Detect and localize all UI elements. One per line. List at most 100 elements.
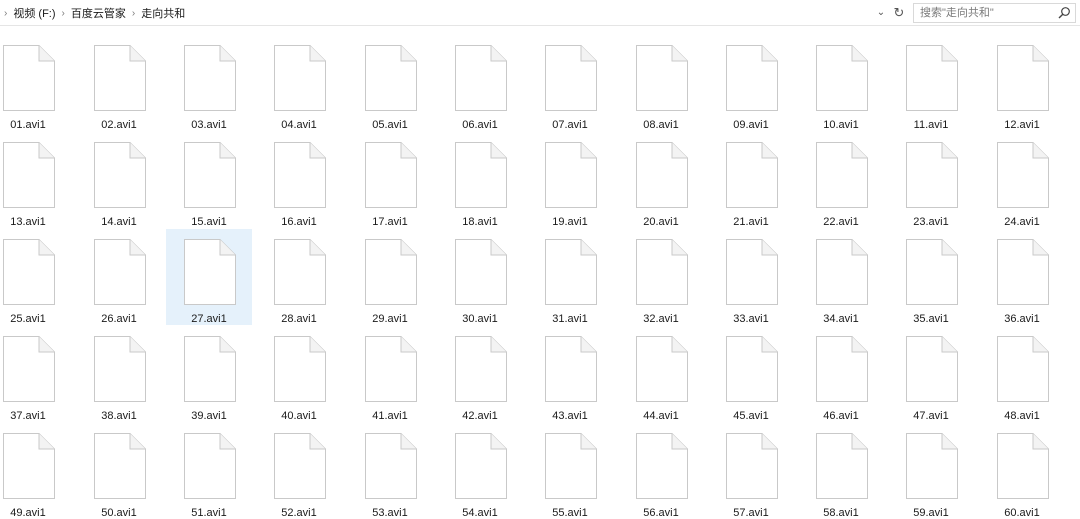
- generic-file-icon: [455, 45, 507, 111]
- file-item[interactable]: 09.avi1: [708, 35, 794, 131]
- file-name: 05.avi1: [372, 119, 408, 131]
- file-item[interactable]: 47.avi1: [888, 326, 974, 422]
- file-item[interactable]: 34.avi1: [798, 229, 884, 325]
- file-item[interactable]: 48.avi1: [979, 326, 1065, 422]
- file-item[interactable]: 25.avi1: [0, 229, 71, 325]
- file-item[interactable]: 52.avi1: [256, 423, 342, 519]
- file-item[interactable]: 26.avi1: [76, 229, 162, 325]
- file-item[interactable]: 39.avi1: [166, 326, 252, 422]
- file-item[interactable]: 18.avi1: [437, 132, 523, 228]
- file-item[interactable]: 04.avi1: [256, 35, 342, 131]
- file-item[interactable]: 21.avi1: [708, 132, 794, 228]
- file-grid: 01.avi1 02.avi1 03.avi1 04.avi1 05.avi1 06.av…: [0, 30, 1080, 519]
- file-item[interactable]: 42.avi1: [437, 326, 523, 422]
- file-name: 03.avi1: [191, 119, 227, 131]
- file-item[interactable]: 20.avi1: [618, 132, 704, 228]
- generic-file-icon: [997, 45, 1049, 111]
- file-item[interactable]: 29.avi1: [347, 229, 433, 325]
- generic-file-icon: [94, 336, 146, 402]
- file-name: 45.avi1: [733, 410, 769, 422]
- breadcrumb-item-current[interactable]: 走向共和: [139, 5, 187, 21]
- file-item[interactable]: 27.avi1: [166, 229, 252, 325]
- generic-file-icon: [997, 142, 1049, 208]
- file-item[interactable]: 10.avi1: [798, 35, 884, 131]
- file-item[interactable]: 35.avi1: [888, 229, 974, 325]
- file-item[interactable]: 50.avi1: [76, 423, 162, 519]
- file-item[interactable]: 37.avi1: [0, 326, 71, 422]
- file-item[interactable]: 12.avi1: [979, 35, 1065, 131]
- file-item[interactable]: 05.avi1: [347, 35, 433, 131]
- generic-file-icon: [906, 239, 958, 305]
- file-item[interactable]: 19.avi1: [527, 132, 613, 228]
- file-item[interactable]: 06.avi1: [437, 35, 523, 131]
- address-bar[interactable]: › 视频 (F:) › 百度云管家 › 走向共和 ⌄ ↻: [0, 0, 1080, 26]
- search-input[interactable]: [914, 4, 1054, 22]
- chevron-right-icon[interactable]: ›: [58, 8, 69, 19]
- file-name: 16.avi1: [281, 216, 317, 228]
- generic-file-icon: [94, 45, 146, 111]
- file-item[interactable]: 57.avi1: [708, 423, 794, 519]
- file-item[interactable]: 30.avi1: [437, 229, 523, 325]
- file-item[interactable]: 33.avi1: [708, 229, 794, 325]
- file-name: 06.avi1: [462, 119, 498, 131]
- file-item[interactable]: 17.avi1: [347, 132, 433, 228]
- breadcrumb-item-drive[interactable]: 视频 (F:): [11, 5, 57, 21]
- file-item[interactable]: 41.avi1: [347, 326, 433, 422]
- file-name: 19.avi1: [552, 216, 588, 228]
- refresh-icon[interactable]: ↻: [891, 4, 907, 22]
- file-item[interactable]: 28.avi1: [256, 229, 342, 325]
- file-item[interactable]: 01.avi1: [0, 35, 71, 131]
- file-item[interactable]: 54.avi1: [437, 423, 523, 519]
- file-item[interactable]: 31.avi1: [527, 229, 613, 325]
- file-item[interactable]: 46.avi1: [798, 326, 884, 422]
- file-name: 02.avi1: [101, 119, 137, 131]
- file-name: 01.avi1: [10, 119, 46, 131]
- generic-file-icon: [636, 336, 688, 402]
- file-item[interactable]: 38.avi1: [76, 326, 162, 422]
- file-item[interactable]: 03.avi1: [166, 35, 252, 131]
- file-item[interactable]: 55.avi1: [527, 423, 613, 519]
- file-name: 09.avi1: [733, 119, 769, 131]
- file-item[interactable]: 15.avi1: [166, 132, 252, 228]
- file-item[interactable]: 02.avi1: [76, 35, 162, 131]
- file-item[interactable]: 24.avi1: [979, 132, 1065, 228]
- chevron-down-icon[interactable]: ⌄: [874, 5, 888, 21]
- file-item[interactable]: 16.avi1: [256, 132, 342, 228]
- generic-file-icon: [184, 239, 236, 305]
- file-name: 17.avi1: [372, 216, 408, 228]
- file-item[interactable]: 13.avi1: [0, 132, 71, 228]
- chevron-right-icon[interactable]: ›: [128, 8, 139, 19]
- file-item[interactable]: 32.avi1: [618, 229, 704, 325]
- file-item[interactable]: 59.avi1: [888, 423, 974, 519]
- file-item[interactable]: 08.avi1: [618, 35, 704, 131]
- file-item[interactable]: 58.avi1: [798, 423, 884, 519]
- generic-file-icon: [94, 433, 146, 499]
- file-item[interactable]: 07.avi1: [527, 35, 613, 131]
- file-item[interactable]: 22.avi1: [798, 132, 884, 228]
- file-item[interactable]: 56.avi1: [618, 423, 704, 519]
- file-item[interactable]: 49.avi1: [0, 423, 71, 519]
- generic-file-icon: [726, 142, 778, 208]
- file-item[interactable]: 45.avi1: [708, 326, 794, 422]
- file-item[interactable]: 51.avi1: [166, 423, 252, 519]
- file-item[interactable]: 14.avi1: [76, 132, 162, 228]
- file-name: 14.avi1: [101, 216, 137, 228]
- file-item[interactable]: 60.avi1: [979, 423, 1065, 519]
- chevron-right-icon[interactable]: ›: [0, 8, 11, 19]
- generic-file-icon: [365, 336, 417, 402]
- file-item[interactable]: 23.avi1: [888, 132, 974, 228]
- breadcrumb-item-folder[interactable]: 百度云管家: [69, 5, 128, 21]
- file-item[interactable]: 43.avi1: [527, 326, 613, 422]
- file-name: 23.avi1: [913, 216, 949, 228]
- generic-file-icon: [726, 336, 778, 402]
- search-icon[interactable]: [1057, 6, 1071, 20]
- generic-file-icon: [726, 433, 778, 499]
- file-item[interactable]: 11.avi1: [888, 35, 974, 131]
- file-item[interactable]: 53.avi1: [347, 423, 433, 519]
- file-item[interactable]: 36.avi1: [979, 229, 1065, 325]
- file-item[interactable]: 44.avi1: [618, 326, 704, 422]
- file-name: 53.avi1: [372, 507, 408, 519]
- search-box[interactable]: [913, 3, 1076, 23]
- file-item[interactable]: 40.avi1: [256, 326, 342, 422]
- generic-file-icon: [997, 433, 1049, 499]
